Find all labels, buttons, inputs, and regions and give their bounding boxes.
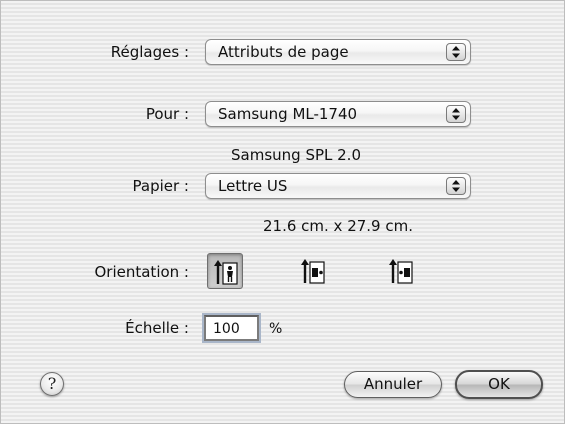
cancel-button[interactable]: Annuler bbox=[344, 371, 442, 398]
printer-driver-text: Samsung SPL 2.0 bbox=[231, 146, 361, 164]
updown-arrows-icon bbox=[446, 177, 466, 195]
paper-size-popup[interactable]: Lettre US bbox=[205, 173, 471, 199]
paper-size-popup-value: Lettre US bbox=[218, 177, 288, 195]
paper-dimensions-text: 21.6 cm. x 27.9 cm. bbox=[263, 217, 413, 235]
ok-button[interactable]: OK bbox=[455, 370, 543, 399]
landscape-icon bbox=[301, 259, 325, 284]
help-button[interactable]: ? bbox=[40, 372, 64, 396]
portrait-icon bbox=[214, 260, 238, 285]
scale-input[interactable] bbox=[204, 315, 259, 341]
printer-popup-value: Samsung ML-1740 bbox=[218, 105, 358, 123]
scale-label: Échelle : bbox=[125, 319, 189, 337]
orientation-landscape-button[interactable] bbox=[295, 253, 331, 289]
orientation-portrait-button[interactable] bbox=[207, 253, 243, 289]
printer-popup[interactable]: Samsung ML-1740 bbox=[205, 101, 471, 127]
settings-label: Réglages : bbox=[110, 43, 189, 61]
scale-unit: % bbox=[269, 321, 283, 337]
question-mark-icon: ? bbox=[47, 374, 57, 393]
paper-label: Papier : bbox=[132, 177, 189, 195]
page-setup-dialog: Réglages : Attributs de page Pour : Sams… bbox=[0, 0, 565, 424]
landscape-reversed-icon bbox=[389, 259, 413, 284]
updown-arrows-icon bbox=[446, 43, 466, 61]
format-for-label: Pour : bbox=[145, 105, 189, 123]
settings-popup-value: Attributs de page bbox=[218, 43, 349, 61]
updown-arrows-icon bbox=[446, 105, 466, 123]
orientation-label: Orientation : bbox=[94, 263, 189, 281]
settings-popup[interactable]: Attributs de page bbox=[205, 39, 471, 65]
orientation-landscape-reversed-button[interactable] bbox=[383, 253, 419, 289]
